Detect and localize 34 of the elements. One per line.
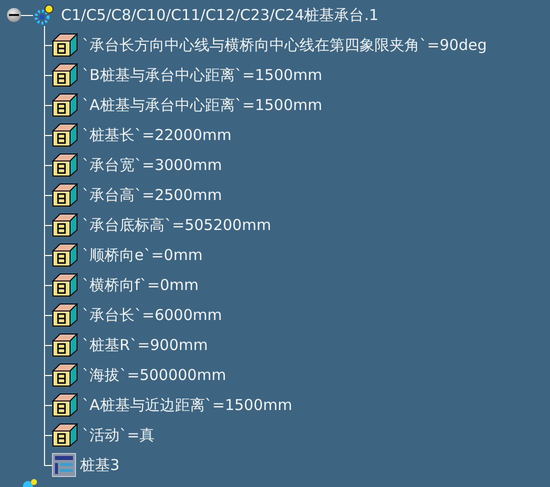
sketch-icon xyxy=(52,453,76,477)
tree-node-label[interactable]: `承台宽`=3000mm xyxy=(82,156,222,174)
tree-node-label[interactable]: `承台底标高`=505200mm xyxy=(82,216,272,234)
parameter-box-icon xyxy=(52,273,78,297)
collapse-toggle[interactable] xyxy=(7,8,21,22)
parameter-box-icon xyxy=(52,363,78,387)
tree-node-label[interactable]: `A桩基与承台中心距离`=1500mm xyxy=(82,96,322,114)
tree-node-label[interactable]: `承台长`=6000mm xyxy=(82,306,222,324)
tree-node-label[interactable]: `B桩基与承台中心距离`=1500mm xyxy=(82,66,322,84)
tree-node-label[interactable]: `承台长方向中心线与横桥向中心线在第四象限夹角`=90deg xyxy=(82,36,487,54)
parameter-box-icon xyxy=(52,33,78,57)
parameter-box-icon xyxy=(52,153,78,177)
tree-node-label[interactable]: `顺桥向e`=0mm xyxy=(82,246,203,264)
tree-node-label[interactable]: `横桥向f`=0mm xyxy=(82,276,199,294)
parameter-box-icon xyxy=(52,183,78,207)
parameter-box-icon xyxy=(52,243,78,267)
parameter-box-icon xyxy=(52,303,78,327)
tree-node-label[interactable]: C1/C5/C8/C10/C11/C12/C23/C24桩基承台.1 xyxy=(61,6,379,24)
parameter-box-icon xyxy=(52,213,78,237)
tree-node-label[interactable]: `A桩基与近边距离`=1500mm xyxy=(82,396,292,414)
tree-node-label[interactable]: `海拔`=500000mm xyxy=(82,366,226,384)
tree-node-label[interactable]: 桩基3 xyxy=(80,456,120,474)
parameter-box-icon xyxy=(52,423,78,447)
gear-icon xyxy=(33,4,55,26)
parameter-box-icon xyxy=(52,123,78,147)
parameter-box-icon xyxy=(52,63,78,87)
tree-node-label[interactable]: `承台高`=2500mm xyxy=(82,186,222,204)
tree-node-label[interactable]: `桩基长`=22000mm xyxy=(82,126,232,144)
parameter-box-icon xyxy=(52,393,78,417)
parameter-box-icon xyxy=(52,333,78,357)
tree-node-label[interactable]: `桩基R`=900mm xyxy=(82,336,208,354)
tree-node-label[interactable]: `活动`=真 xyxy=(82,426,155,444)
gear-icon xyxy=(22,478,38,487)
parameter-box-icon xyxy=(52,93,78,117)
